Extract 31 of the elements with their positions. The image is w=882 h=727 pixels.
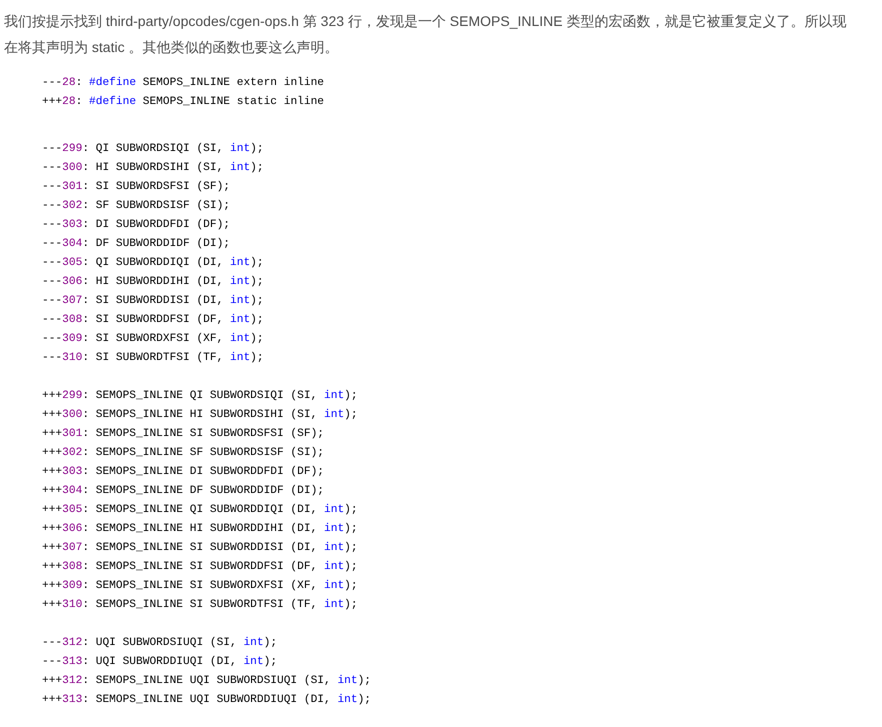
- code-line: +++302: SEMOPS_INLINE SF SUBWORDSISF (SI);: [42, 446, 324, 461]
- code-line: ---302: SF SUBWORDSISF (SI);: [42, 198, 230, 214]
- code-line: ---28: #define SEMOPS_INLINE extern inline: [42, 76, 324, 91]
- code-line: +++308: SEMOPS_INLINE SI SUBWORDDFSI (DF, int);: [42, 560, 358, 575]
- code-line: ---303: DI SUBWORDDFDI (DF);: [42, 218, 230, 233]
- code-line: +++306: SEMOPS_INLINE HI SUBWORDDIHI (DI, int);: [42, 522, 358, 537]
- code-line: +++300: SEMOPS_INLINE HI SUBWORDSIHI (SI, int);: [42, 408, 358, 423]
- code-line: +++313: SEMOPS_INLINE UQI SUBWORDDIUQI (DI, int);: [42, 692, 372, 708]
- code-line: ---308: SI SUBWORDDFSI (DF, int);: [42, 312, 264, 328]
- code-line: +++303: SEMOPS_INLINE DI SUBWORDDFDI (DF);: [42, 464, 324, 480]
- code-line: +++309: SEMOPS_INLINE SI SUBWORDXFSI (XF, int);: [42, 578, 358, 594]
- code-line: +++304: SEMOPS_INLINE DF SUBWORDDIDF (DI);: [42, 484, 324, 499]
- code-line: ---304: DF SUBWORDDIDF (DI);: [42, 236, 230, 252]
- code-line: +++301: SEMOPS_INLINE SI SUBWORDSFSI (SF);: [42, 426, 324, 442]
- code-line: +++307: SEMOPS_INLINE SI SUBWORDDISI (DI, int);: [42, 540, 358, 556]
- paragraph: 我们按提示找到 third-party/opcodes/cgen-ops.h 第 323 行，发现是一个 SEMOPS_INLINE 类型的宏函数，就是它被重复定义了。所以现在将其声明为 static 。其他类似的函数也要这么声明。: [4, 12, 848, 57]
- code-line: ---309: SI SUBWORDXFSI (XF, int);: [42, 332, 264, 347]
- code-line: +++312: SEMOPS_INLINE UQI SUBWORDSIUQI (SI, int);: [42, 674, 372, 689]
- code-line: +++305: SEMOPS_INLINE QI SUBWORDDIQI (DI, int);: [42, 502, 358, 518]
- code-line: ---313: UQI SUBWORDDIUQI (DI, int);: [42, 654, 278, 670]
- code-line: ---312: UQI SUBWORDSIUQI (SI, int);: [42, 636, 278, 651]
- code-line: ---305: QI SUBWORDDIQI (DI, int);: [42, 256, 264, 271]
- code-line: +++28: #define SEMOPS_INLINE static inline: [42, 94, 324, 110]
- code-line: +++299: SEMOPS_INLINE QI SUBWORDSIQI (SI, int);: [42, 388, 358, 404]
- code-line: +++310: SEMOPS_INLINE SI SUBWORDTFSI (TF, int);: [42, 598, 358, 613]
- code-line: ---310: SI SUBWORDTFSI (TF, int);: [42, 350, 264, 366]
- code-line: ---307: SI SUBWORDDISI (DI, int);: [42, 294, 264, 309]
- code-line: ---299: QI SUBWORDSIQI (SI, int);: [42, 142, 264, 157]
- code-line: ---300: HI SUBWORDSIHI (SI, int);: [42, 160, 264, 176]
- code-line: ---301: SI SUBWORDSFSI (SF);: [42, 180, 230, 195]
- code-line: ---306: HI SUBWORDDIHI (DI, int);: [42, 274, 264, 290]
